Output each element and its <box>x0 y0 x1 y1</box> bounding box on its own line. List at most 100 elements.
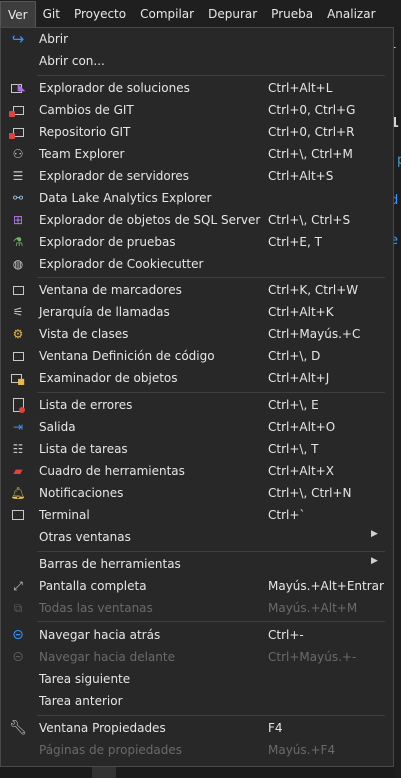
menu-item-shortcut: Ctrl+Alt+K <box>268 305 334 319</box>
menu-compilar[interactable]: Compilar <box>133 0 201 28</box>
menu-item-shortcut: Ctrl+Alt+X <box>268 464 334 478</box>
menu-item-label: Lista de tareas <box>39 442 128 456</box>
menu-item-label: Abrir <box>39 32 69 46</box>
menu-ver[interactable]: Ver <box>0 1 36 28</box>
view-menu-dropdown: ↪ Abrir Abrir con... ◣ Explorador de sol… <box>0 27 394 767</box>
menu-item-shortcut: Ctrl+- <box>268 628 304 642</box>
redo-arrow-icon: ↪ <box>11 29 25 48</box>
server-explorer-icon: ☰ <box>12 169 24 183</box>
menu-item-sql-server-explorer[interactable]: ⊞ Explorador de objetos de SQL Server Ct… <box>1 209 393 231</box>
menu-item-team-explorer[interactable]: ⚇ Team Explorer Ctrl+\, Ctrl+M <box>1 143 393 165</box>
submenu-arrow-icon: ▶ <box>371 529 378 539</box>
menu-proyecto[interactable]: Proyecto <box>67 0 133 28</box>
menu-item-label: Páginas de propiedades <box>39 743 183 757</box>
menu-bar: Ver Git Proyecto Compilar Depurar Prueba… <box>0 0 401 28</box>
menu-item-shortcut: Ctrl+Mayús.+C <box>268 327 361 341</box>
menu-item-label: Vista de clases <box>39 327 129 341</box>
menu-separator <box>37 75 385 76</box>
cookiecutter-icon: ◍ <box>12 257 24 271</box>
menu-separator <box>37 392 385 393</box>
menu-item-examinador-objetos[interactable]: ■ Examinador de objetos Ctrl+Alt+J <box>1 367 393 389</box>
menu-item-label: Salida <box>39 420 76 434</box>
toolbox-icon: ▰ <box>13 464 23 478</box>
menu-item-shortcut: Ctrl+Alt+O <box>268 420 336 434</box>
menu-item-label: Examinador de objetos <box>39 371 178 385</box>
menu-item-label: Pantalla completa <box>39 579 147 593</box>
menu-item-vista-clases[interactable]: ⚙ Vista de clases Ctrl+Mayús.+C <box>1 323 393 345</box>
menu-item-notificaciones[interactable]: 🔔︎ Notificaciones Ctrl+\, Ctrl+N <box>1 482 393 504</box>
menu-item-shortcut: Ctrl+0, Ctrl+R <box>268 125 355 139</box>
bell-icon: 🔔︎ <box>10 486 26 500</box>
menu-item-lista-errores[interactable]: Lista de errores Ctrl+\, E <box>1 394 393 416</box>
menu-item-tarea-siguiente[interactable]: Tarea siguiente <box>1 668 393 690</box>
menu-item-tarea-anterior[interactable]: Tarea anterior <box>1 690 393 712</box>
menu-item-shortcut: Ctrl+E, T <box>268 235 322 249</box>
menu-item-label: Ventana Propiedades <box>39 721 166 735</box>
menu-item-paginas-propiedades[interactable]: Páginas de propiedades Mayús.+F4 <box>1 739 393 761</box>
menu-item-label: Otras ventanas <box>39 530 131 544</box>
menu-item-abrir[interactable]: ↪ Abrir <box>1 28 393 50</box>
menu-item-explorador-soluciones[interactable]: ◣ Explorador de soluciones Ctrl+Alt+L <box>1 77 393 99</box>
menu-prueba[interactable]: Prueba <box>264 0 320 28</box>
menu-item-cookiecutter[interactable]: ◍ Explorador de Cookiecutter <box>1 253 393 275</box>
menu-item-label: Tarea siguiente <box>39 672 131 686</box>
menu-item-label: Explorador de servidores <box>39 169 190 183</box>
menu-item-jerarquia-llamadas[interactable]: ⚟ Jerarquía de llamadas Ctrl+Alt+K <box>1 301 393 323</box>
submenu-arrow-icon: ▶ <box>371 556 378 566</box>
menu-item-terminal[interactable]: Terminal Ctrl+` <box>1 504 393 526</box>
menu-item-navegar-delante[interactable]: ⊝ Navegar hacia delante Ctrl+Mayús.+- <box>1 646 393 668</box>
menu-item-shortcut: Ctrl+` <box>268 508 306 522</box>
menu-item-todas-ventanas[interactable]: ⧉ Todas las ventanas Mayús.+Alt+M <box>1 597 393 619</box>
menu-item-shortcut: Ctrl+\, T <box>268 442 319 456</box>
menu-separator <box>37 551 385 552</box>
call-hierarchy-icon: ⚟ <box>12 305 24 319</box>
menu-item-abrir-con[interactable]: Abrir con... <box>1 50 393 72</box>
git-repository-icon <box>9 124 27 140</box>
menu-item-barras-herramientas[interactable]: Barras de herramientas ▶ <box>1 553 393 575</box>
menu-item-pantalla-completa[interactable]: ⤢ Pantalla completa Mayús.+Alt+Entrar <box>1 575 393 597</box>
menu-item-otras-ventanas[interactable]: Otras ventanas ▶ <box>1 526 393 548</box>
menu-item-label: Cuadro de herramientas <box>39 464 185 478</box>
error-list-icon <box>9 397 27 413</box>
menu-item-salida[interactable]: ⇥ Salida Ctrl+Alt+O <box>1 416 393 438</box>
menu-item-label: Explorador de soluciones <box>39 81 190 95</box>
menu-item-shortcut: Ctrl+\, Ctrl+S <box>268 213 351 227</box>
menu-item-cambios-git[interactable]: Cambios de GIT Ctrl+0, Ctrl+G <box>1 99 393 121</box>
menu-item-navegar-atras[interactable]: ⊝ Navegar hacia atrás Ctrl+- <box>1 624 393 646</box>
menu-item-label: Ventana de marcadores <box>39 283 182 297</box>
menu-item-marcadores[interactable]: Ventana de marcadores Ctrl+K, Ctrl+W <box>1 279 393 301</box>
wrench-icon: 🔧︎ <box>9 720 27 736</box>
menu-item-repositorio-git[interactable]: Repositorio GIT Ctrl+0, Ctrl+R <box>1 121 393 143</box>
test-explorer-icon: ⚗ <box>12 235 24 249</box>
object-browser-icon: ■ <box>9 370 27 386</box>
sql-server-explorer-icon: ⊞ <box>12 213 24 227</box>
class-view-icon: ⚙ <box>12 327 24 341</box>
menu-item-label: Data Lake Analytics Explorer <box>39 191 212 205</box>
data-lake-icon: ⚯ <box>12 191 24 205</box>
terminal-icon <box>9 507 27 523</box>
menu-item-label: Lista de errores <box>39 398 133 412</box>
menu-item-ventana-propiedades[interactable]: 🔧︎ Ventana Propiedades F4 <box>1 717 393 739</box>
menu-separator <box>37 277 385 278</box>
menu-item-shortcut: Mayús.+Alt+Entrar <box>268 579 384 593</box>
menu-analizar[interactable]: Analizar <box>320 0 382 28</box>
menu-item-data-lake[interactable]: ⚯ Data Lake Analytics Explorer <box>1 187 393 209</box>
menu-git[interactable]: Git <box>36 0 67 28</box>
menu-item-explorador-pruebas[interactable]: ⚗ Explorador de pruebas Ctrl+E, T <box>1 231 393 253</box>
menu-item-label: Repositorio GIT <box>39 125 131 139</box>
menu-item-definicion-codigo[interactable]: Ventana Definición de código Ctrl+\, D <box>1 345 393 367</box>
menu-depurar[interactable]: Depurar <box>201 0 264 28</box>
menu-item-shortcut: Ctrl+\, Ctrl+M <box>268 147 353 161</box>
menu-item-explorador-servidores[interactable]: ☰ Explorador de servidores Ctrl+Alt+S <box>1 165 393 187</box>
output-icon: ⇥ <box>12 420 24 434</box>
menu-item-shortcut: Ctrl+\, Ctrl+N <box>268 486 352 500</box>
menu-item-cuadro-herramientas[interactable]: ▰ Cuadro de herramientas Ctrl+Alt+X <box>1 460 393 482</box>
menu-item-lista-tareas[interactable]: ☷ Lista de tareas Ctrl+\, T <box>1 438 393 460</box>
menu-separator <box>37 621 385 622</box>
menu-item-shortcut: Ctrl+\, D <box>268 349 321 363</box>
menu-item-label: Explorador de Cookiecutter <box>39 257 204 271</box>
team-explorer-icon: ⚇ <box>12 147 24 161</box>
code-definition-icon <box>9 348 27 364</box>
menu-item-label: Ventana Definición de código <box>39 349 215 363</box>
menu-item-label: Notificaciones <box>39 486 124 500</box>
